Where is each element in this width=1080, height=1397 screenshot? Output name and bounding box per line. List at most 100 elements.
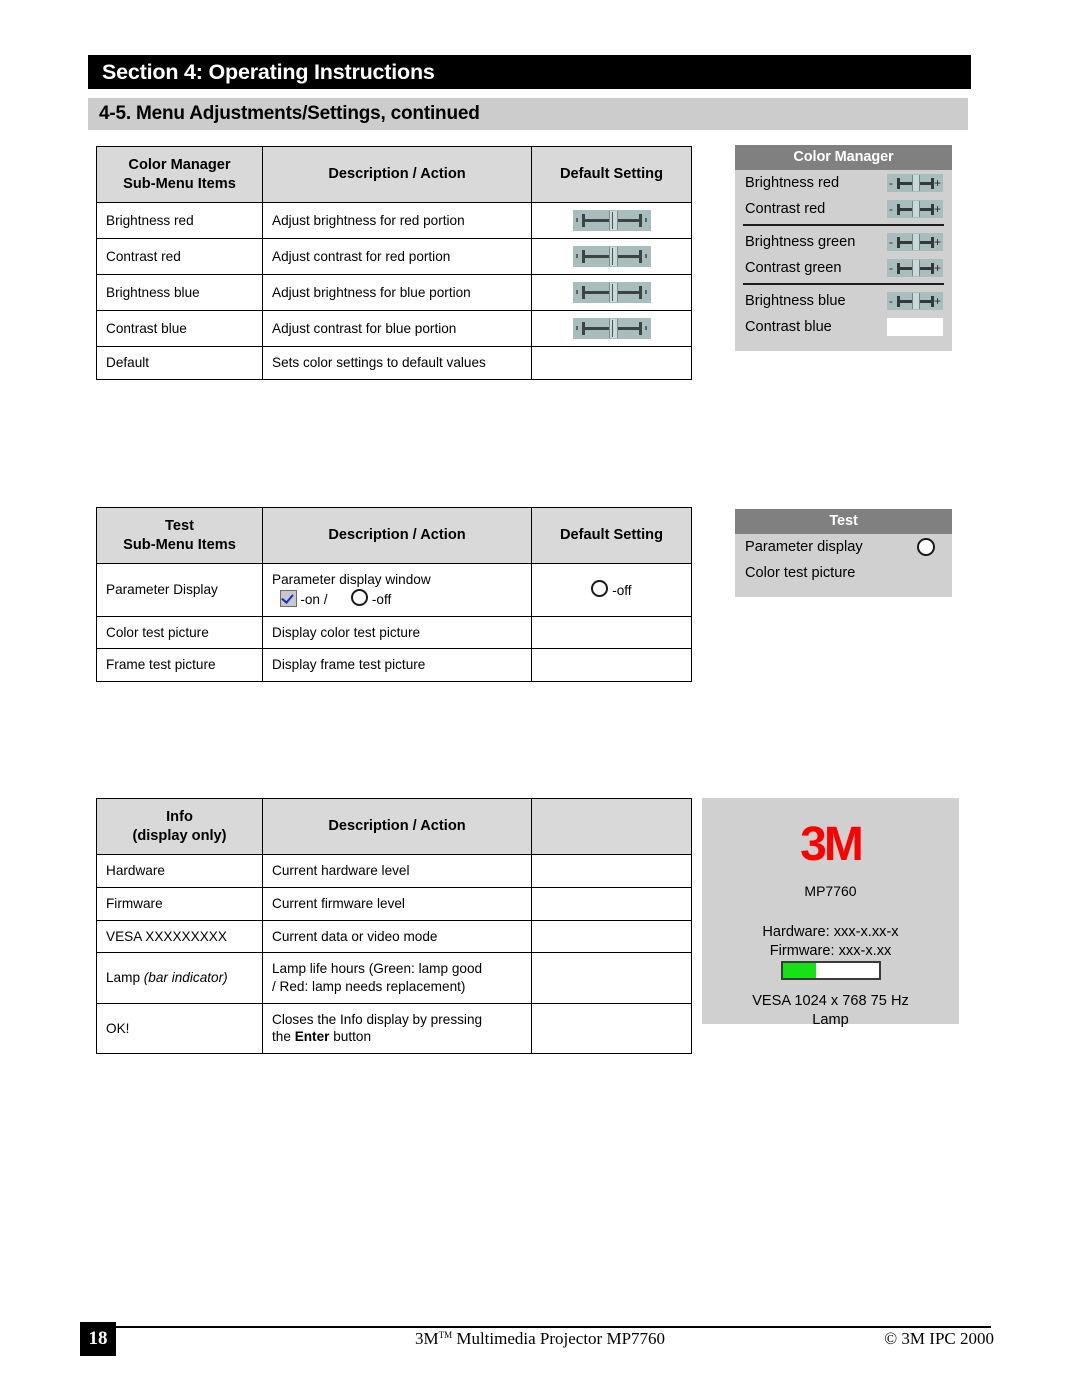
table-header-row: Info (display only) Description / Action <box>96 797 692 856</box>
description-line-1: Lamp life hours (Green: lamp good <box>272 961 483 977</box>
column-header-submenu-items: Color Manager Sub-Menu Items <box>96 145 263 204</box>
table-row: Brightness blue Adjust brightness for bl… <box>96 274 692 312</box>
radio-unchecked-icon <box>351 589 369 607</box>
vesa-mode-label: VESA 1024 x 768 75 Hz <box>752 993 909 1009</box>
subsection-title: 4-5. Menu Adjustments/Settings, continue… <box>99 103 480 124</box>
osd-item-label: Brightness green <box>745 234 856 250</box>
osd-title: Color Manager <box>735 145 952 170</box>
header-line-2: Sub-Menu Items <box>123 536 236 553</box>
submenu-item-label: Contrast blue <box>96 310 263 348</box>
description-options: -on / -off <box>272 589 522 609</box>
info-splash-panel: 3M MP7760 Hardware: xxx-x.xx-x Firmware:… <box>702 798 959 1028</box>
osd-item-label: Contrast blue <box>745 319 832 335</box>
slider-icon[interactable]: - + <box>887 318 943 336</box>
footer-rule <box>88 1326 991 1328</box>
submenu-item-label: Color test picture <box>96 615 263 650</box>
info-item-label: VESA XXXXXXXXX <box>96 919 263 954</box>
table-row: Contrast red Adjust contrast for red por… <box>96 238 692 276</box>
description-line-1: Parameter display window <box>272 572 431 588</box>
osd-menu-item-contrast-blue[interactable]: Contrast blue - + <box>735 314 952 340</box>
table-header-row: Test Sub-Menu Items Description / Action… <box>96 506 692 565</box>
default-setting-cell <box>531 274 692 312</box>
description-text: Display color test picture <box>262 615 532 650</box>
osd-menu-item-brightness-green[interactable]: Brightness green - + <box>735 229 952 255</box>
footer-brand: 3M <box>414 1329 439 1348</box>
default-setting-label: -off <box>612 583 632 599</box>
blank-cell <box>531 887 692 921</box>
osd-menu-item-contrast-green[interactable]: Contrast green - + <box>735 255 952 281</box>
submenu-item-label: Contrast red <box>96 238 263 276</box>
slider-icon[interactable]: - + <box>887 200 943 218</box>
header-line-2: (display only) <box>132 827 227 844</box>
desc-post: button <box>329 1029 372 1045</box>
description-line-1: Closes the Info display by pressing <box>272 1011 483 1027</box>
table-row: Lamp (bar indicator) Lamp life hours (Gr… <box>96 952 692 1004</box>
osd-item-label: Brightness blue <box>745 293 846 309</box>
default-setting-cell <box>531 648 692 683</box>
slider-icon[interactable]: - + <box>887 259 943 277</box>
column-header-description-action: Description / Action <box>262 145 532 204</box>
slider-icon[interactable]: - + <box>887 233 943 251</box>
blank-cell <box>531 919 692 954</box>
blank-cell <box>531 854 692 889</box>
submenu-item-label: Brightness blue <box>96 274 263 312</box>
color-manager-table: Color Manager Sub-Menu Items Description… <box>96 145 692 381</box>
default-setting-cell <box>531 615 692 650</box>
lamp-label: Lamp <box>812 1012 849 1028</box>
table-row: Brightness red Adjust brightness for red… <box>96 202 692 240</box>
osd-menu-item-parameter-display[interactable]: Parameter display <box>735 534 952 560</box>
slider-icon[interactable]: - + <box>887 292 943 310</box>
info-item-name: Lamp <box>106 970 144 986</box>
description-text: Adjust contrast for red portion <box>262 238 532 276</box>
footer-product: Multimedia Projector MP7760 <box>452 1329 666 1348</box>
osd-title: Test <box>735 509 952 534</box>
description-text: Adjust contrast for blue portion <box>262 310 532 348</box>
osd-menu-item-color-test-picture[interactable]: Color test picture <box>735 560 952 586</box>
info-item-label: OK! <box>96 1002 263 1055</box>
firmware-version-label: Firmware: xxx-x.xx <box>769 943 892 959</box>
table-row: Parameter Display Parameter display wind… <box>96 563 692 617</box>
option-on-label: -on / <box>300 592 328 608</box>
test-table: Test Sub-Menu Items Description / Action… <box>96 506 692 683</box>
enter-key-label: Enter <box>294 1029 330 1045</box>
section-header-bar: Section 4: Operating Instructions <box>88 55 971 89</box>
column-header-description-action: Description / Action <box>262 506 532 565</box>
description-text: Current hardware level <box>262 854 532 889</box>
osd-menu-item-contrast-red[interactable]: Contrast red - + <box>735 196 952 222</box>
osd-item-label: Color test picture <box>745 565 856 581</box>
submenu-item-label: Default <box>96 346 263 381</box>
table-row: Firmware Current firmware level <box>96 887 692 921</box>
description-text: Sets color settings to default values <box>262 346 532 381</box>
column-header-default-setting: Default Setting <box>531 506 692 565</box>
slider-icon[interactable]: - + <box>887 174 943 192</box>
column-header-submenu-items: Test Sub-Menu Items <box>96 506 263 565</box>
radio-unchecked-icon <box>591 580 609 598</box>
description-line-2: the Enter button <box>272 1028 522 1046</box>
footer-copyright: © 3M IPC 2000 <box>884 1329 994 1348</box>
description-text: Adjust brightness for red portion <box>262 202 532 240</box>
osd-menu-item-brightness-red[interactable]: Brightness red - + <box>735 170 952 196</box>
osd-divider <box>743 224 944 226</box>
info-item-label: Firmware <box>96 887 263 921</box>
trademark-symbol: TM <box>438 1330 453 1340</box>
description-text: Parameter display window -on / -off <box>262 563 532 617</box>
subsection-header-bar: 4-5. Menu Adjustments/Settings, continue… <box>88 98 968 130</box>
table-header-row: Color Manager Sub-Menu Items Description… <box>96 145 692 204</box>
column-header-blank <box>531 797 692 856</box>
slider-icon <box>572 246 651 268</box>
description-text: Display frame test picture <box>262 648 532 683</box>
osd-item-label: Contrast green <box>745 260 842 276</box>
default-setting-cell <box>531 238 692 276</box>
header-line-1: Color Manager <box>128 157 231 173</box>
radio-unchecked-icon[interactable] <box>917 538 935 556</box>
table-row: Frame test picture Display frame test pi… <box>96 648 692 683</box>
description-text: Lamp life hours (Green: lamp good / Red:… <box>262 952 532 1004</box>
info-item-qualifier: (bar indicator) <box>143 970 228 986</box>
info-item-label: Hardware <box>96 854 263 889</box>
osd-menu-item-brightness-blue[interactable]: Brightness blue - + <box>735 288 952 314</box>
osd-item-label: Contrast red <box>745 201 826 217</box>
option-off-label: -off <box>371 592 392 608</box>
description-text: Current data or video mode <box>262 919 532 954</box>
table-row: OK! Closes the Info display by pressing … <box>96 1002 692 1055</box>
column-header-description-action: Description / Action <box>262 797 532 856</box>
